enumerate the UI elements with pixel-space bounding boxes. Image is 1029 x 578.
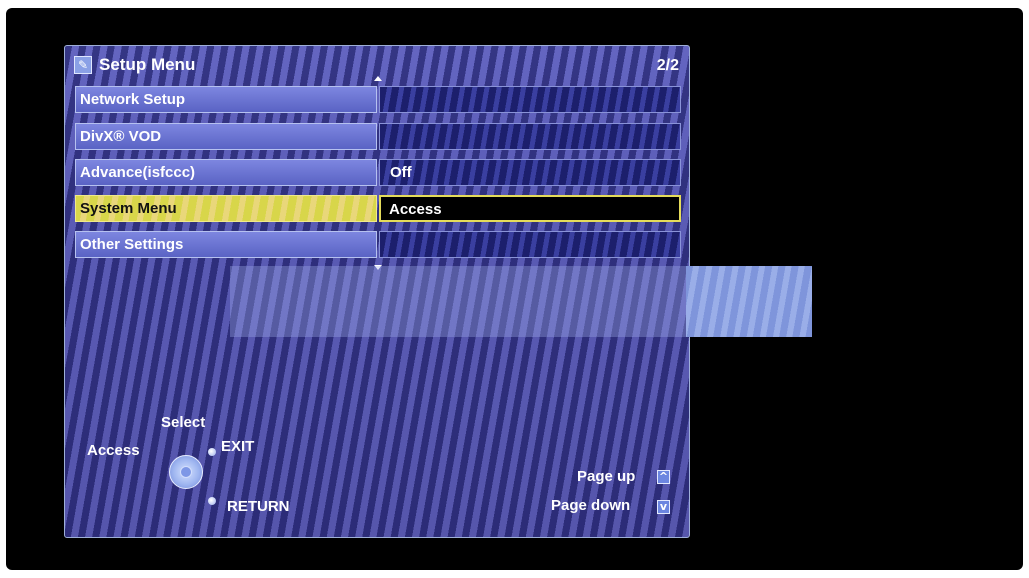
menu-item-value [379, 123, 681, 150]
help-access-label: Access [87, 442, 140, 459]
return-button-icon [208, 497, 216, 505]
page-up-icon: ^ [657, 470, 670, 484]
help-return-label: RETURN [227, 498, 290, 515]
menu-item-system-menu[interactable]: System Menu Access [75, 195, 681, 222]
menu-item-value: Access [379, 195, 681, 222]
help-select-label: Select [161, 414, 206, 431]
help-page-up-label: Page up [577, 468, 636, 485]
menu-item-value [379, 231, 681, 258]
scroll-up-arrow-icon[interactable] [374, 76, 382, 81]
help-page-down-label: Page down [551, 497, 631, 514]
menu-item-advance-isfccc[interactable]: Advance(isfccc) Off [75, 159, 681, 186]
menu-item-network-setup[interactable]: Network Setup [75, 86, 681, 113]
page-indicator: 2/2 [656, 57, 679, 74]
setup-icon: ✎ [74, 56, 92, 74]
menu-item-value: Off [379, 159, 681, 186]
menu-item-value [379, 86, 681, 113]
menu-item-label: Network Setup [75, 86, 377, 113]
menu-header: ✎ Setup Menu 2/2 [65, 46, 689, 86]
menu-item-label: Advance(isfccc) [75, 159, 377, 186]
menu-item-other-settings[interactable]: Other Settings [75, 231, 681, 258]
page-down-icon: v [657, 500, 670, 514]
menu-item-divx-vod[interactable]: DivX® VOD [75, 123, 681, 150]
tv-screen: ✎ Setup Menu 2/2 Network Setup DivX® VOD… [6, 8, 1023, 570]
menu-title: Setup Menu [99, 55, 196, 74]
menu-item-label: System Menu [75, 195, 377, 222]
help-exit-label: EXIT [221, 438, 255, 455]
menu-item-label: DivX® VOD [75, 123, 377, 150]
exit-button-icon [208, 448, 216, 456]
ghost-overlay-right-block [686, 266, 812, 337]
menu-item-label: Other Settings [75, 231, 377, 258]
dpad-icon [169, 455, 203, 489]
